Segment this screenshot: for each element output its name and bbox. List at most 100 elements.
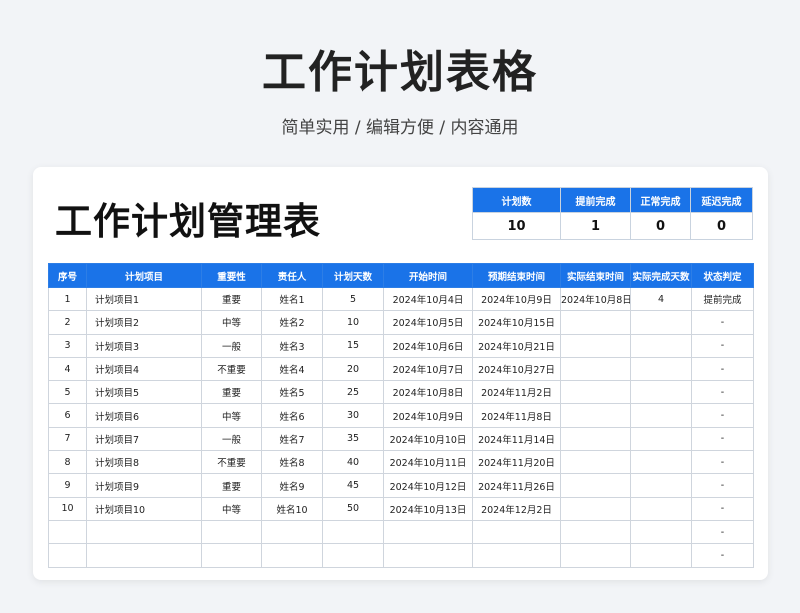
cell-col-status[interactable]: - — [691, 426, 754, 452]
cell-col-actual-days[interactable] — [630, 519, 692, 545]
cell-col-owner[interactable]: 姓名10 — [261, 496, 323, 521]
header-col-actual-days[interactable]: 实际完成天数 — [630, 263, 692, 288]
cell-col-actual-end[interactable] — [560, 403, 631, 428]
cell-col-actual-end[interactable] — [560, 519, 631, 545]
cell-col-actual-end[interactable] — [560, 450, 631, 475]
cell-col-actual-days[interactable] — [630, 310, 692, 335]
header-col-actual-end[interactable]: 实际结束时间 — [560, 263, 631, 288]
cell-col-importance[interactable]: 中等 — [201, 310, 262, 335]
cell-col-importance[interactable]: 一般 — [201, 333, 262, 358]
cell-col-project[interactable]: 计划项目5 — [86, 380, 202, 405]
cell-col-project[interactable]: 计划项目7 — [86, 426, 202, 452]
cell-col-expected-end[interactable] — [472, 543, 561, 568]
cell-col-owner[interactable]: 姓名1 — [261, 286, 323, 312]
cell-col-expected-end[interactable]: 2024年10月9日 — [472, 286, 561, 312]
cell-col-actual-days[interactable] — [630, 473, 692, 498]
cell-col-planned-days[interactable]: 25 — [322, 380, 384, 405]
cell-col-index[interactable] — [48, 519, 87, 545]
cell-col-expected-end[interactable] — [472, 519, 561, 545]
cell-col-project[interactable] — [86, 543, 202, 568]
cell-col-actual-days[interactable] — [630, 333, 692, 358]
cell-col-project[interactable]: 计划项目8 — [86, 450, 202, 475]
header-col-importance[interactable]: 重要性 — [201, 263, 262, 288]
header-col-status[interactable]: 状态判定 — [691, 263, 754, 288]
cell-col-start[interactable]: 2024年10月13日 — [383, 496, 473, 521]
cell-col-planned-days[interactable]: 20 — [322, 356, 384, 382]
summary-header-early[interactable]: 提前完成 — [560, 187, 631, 213]
cell-col-actual-days[interactable] — [630, 543, 692, 568]
cell-col-status[interactable]: - — [691, 356, 754, 382]
cell-col-expected-end[interactable]: 2024年11月14日 — [472, 426, 561, 452]
cell-col-status[interactable]: - — [691, 473, 754, 498]
cell-col-start[interactable]: 2024年10月11日 — [383, 450, 473, 475]
cell-col-actual-end[interactable] — [560, 543, 631, 568]
cell-col-index[interactable]: 3 — [48, 333, 87, 358]
cell-col-index[interactable] — [48, 543, 87, 568]
cell-col-actual-end[interactable]: 2024年10月8日 — [560, 286, 631, 312]
cell-col-importance[interactable] — [201, 543, 262, 568]
cell-col-index[interactable]: 5 — [48, 380, 87, 405]
cell-col-actual-days[interactable] — [630, 426, 692, 452]
cell-col-actual-end[interactable] — [560, 310, 631, 335]
cell-col-status[interactable]: - — [691, 403, 754, 428]
table-row[interactable]: - — [48, 543, 754, 568]
cell-col-status[interactable]: - — [691, 543, 754, 568]
header-col-expected-end[interactable]: 预期结束时间 — [472, 263, 561, 288]
cell-col-actual-days[interactable] — [630, 403, 692, 428]
cell-col-start[interactable]: 2024年10月7日 — [383, 356, 473, 382]
cell-col-planned-days[interactable]: 45 — [322, 473, 384, 498]
cell-col-expected-end[interactable]: 2024年12月2日 — [472, 496, 561, 521]
cell-col-planned-days[interactable]: 15 — [322, 333, 384, 358]
cell-col-index[interactable]: 10 — [48, 496, 87, 521]
table-row[interactable]: 3 计划项目3 一般 姓名3 15 2024年10月6日 2024年10月21日 - — [48, 333, 754, 358]
cell-col-owner[interactable]: 姓名3 — [261, 333, 323, 358]
table-row[interactable]: 2 计划项目2 中等 姓名2 10 2024年10月5日 2024年10月15日 - — [48, 310, 754, 335]
cell-col-importance[interactable]: 中等 — [201, 496, 262, 521]
cell-col-actual-end[interactable] — [560, 426, 631, 452]
cell-col-owner[interactable]: 姓名2 — [261, 310, 323, 335]
cell-col-project[interactable]: 计划项目10 — [86, 496, 202, 521]
cell-col-status[interactable]: - — [691, 496, 754, 521]
table-row[interactable]: 4 计划项目4 不重要 姓名4 20 2024年10月7日 2024年10月27日 - — [48, 356, 754, 382]
cell-col-start[interactable]: 2024年10月5日 — [383, 310, 473, 335]
cell-col-planned-days[interactable]: 50 — [322, 496, 384, 521]
summary-value-normal[interactable]: 0 — [630, 212, 691, 240]
cell-col-actual-end[interactable] — [560, 496, 631, 521]
cell-col-owner[interactable]: 姓名8 — [261, 450, 323, 475]
cell-col-actual-days[interactable] — [630, 496, 692, 521]
cell-col-project[interactable]: 计划项目2 — [86, 310, 202, 335]
cell-col-expected-end[interactable]: 2024年11月26日 — [472, 473, 561, 498]
cell-col-status[interactable]: 提前完成 — [691, 286, 754, 312]
cell-col-start[interactable]: 2024年10月9日 — [383, 403, 473, 428]
cell-col-index[interactable]: 6 — [48, 403, 87, 428]
cell-col-start[interactable] — [383, 519, 473, 545]
cell-col-expected-end[interactable]: 2024年11月20日 — [472, 450, 561, 475]
cell-col-owner[interactable] — [261, 519, 323, 545]
cell-col-importance[interactable]: 一般 — [201, 426, 262, 452]
cell-col-actual-days[interactable]: 4 — [630, 286, 692, 312]
cell-col-project[interactable]: 计划项目4 — [86, 356, 202, 382]
cell-col-planned-days[interactable]: 35 — [322, 426, 384, 452]
cell-col-owner[interactable]: 姓名4 — [261, 356, 323, 382]
header-col-owner[interactable]: 责任人 — [261, 263, 323, 288]
header-col-project[interactable]: 计划项目 — [86, 263, 202, 288]
cell-col-start[interactable]: 2024年10月12日 — [383, 473, 473, 498]
cell-col-owner[interactable]: 姓名6 — [261, 403, 323, 428]
cell-col-actual-end[interactable] — [560, 356, 631, 382]
cell-col-project[interactable]: 计划项目3 — [86, 333, 202, 358]
cell-col-project[interactable]: 计划项目9 — [86, 473, 202, 498]
cell-col-index[interactable]: 1 — [48, 286, 87, 312]
cell-col-planned-days[interactable] — [322, 519, 384, 545]
cell-col-owner[interactable]: 姓名5 — [261, 380, 323, 405]
cell-col-expected-end[interactable]: 2024年10月15日 — [472, 310, 561, 335]
cell-col-importance[interactable]: 重要 — [201, 380, 262, 405]
cell-col-planned-days[interactable]: 5 — [322, 286, 384, 312]
cell-col-actual-end[interactable] — [560, 380, 631, 405]
cell-col-importance[interactable]: 中等 — [201, 403, 262, 428]
cell-col-status[interactable]: - — [691, 333, 754, 358]
cell-col-start[interactable]: 2024年10月10日 — [383, 426, 473, 452]
cell-col-importance[interactable]: 不重要 — [201, 450, 262, 475]
cell-col-start[interactable]: 2024年10月6日 — [383, 333, 473, 358]
cell-col-planned-days[interactable] — [322, 543, 384, 568]
cell-col-index[interactable]: 7 — [48, 426, 87, 452]
